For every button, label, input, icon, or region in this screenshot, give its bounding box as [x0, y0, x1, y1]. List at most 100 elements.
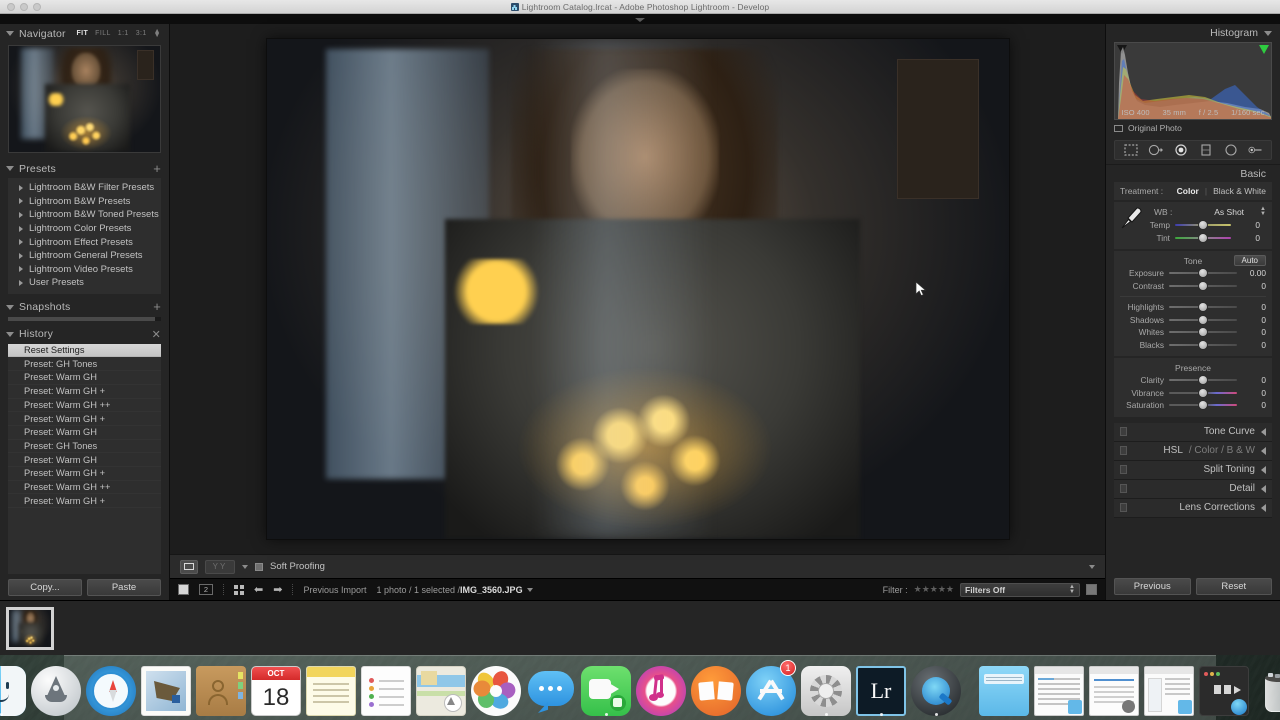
histogram-graph[interactable]: ISO 400 35 mm f / 2.5 1/160 sec — [1114, 42, 1272, 120]
wb-value[interactable]: As Shot — [1214, 207, 1244, 217]
chevron-left-icon[interactable] — [1261, 503, 1266, 512]
zoom-mode-1-1[interactable]: 1:1 — [118, 30, 129, 37]
slider-track[interactable] — [1175, 232, 1231, 244]
dock-item-system-preferences[interactable] — [801, 660, 851, 716]
navigator-zoom-modes[interactable]: FIT FILL 1:1 3:1 ▲ ▼ — [76, 28, 161, 39]
downloads-folder-icon[interactable] — [979, 666, 1029, 716]
treatment-color-option[interactable]: Color — [1177, 186, 1199, 196]
mail-icon[interactable] — [141, 666, 191, 716]
zoom-mode-3-1[interactable]: 3:1 — [136, 30, 147, 37]
dock-item-facetime[interactable] — [581, 660, 631, 716]
slider-blacks[interactable]: Blacks 0 — [1114, 339, 1272, 352]
list-item[interactable]: Lightroom B&W Toned Presets — [8, 208, 161, 222]
reset-button[interactable]: Reset — [1195, 577, 1272, 595]
dock-item-contacts[interactable] — [196, 660, 246, 716]
previous-button[interactable]: Previous — [1114, 577, 1191, 595]
auto-tone-button[interactable]: Auto — [1233, 255, 1266, 266]
chevron-down-icon[interactable] — [1264, 30, 1272, 36]
history-header[interactable]: History ✕ — [0, 325, 169, 344]
dock-item-quicktime[interactable] — [911, 660, 961, 716]
panel-switch-icon[interactable] — [1120, 484, 1127, 493]
slider-contrast[interactable]: Contrast 0 — [1114, 280, 1272, 293]
panel-lens-corrections[interactable]: Lens Corrections — [1114, 498, 1272, 518]
dock-item-messages[interactable] — [526, 660, 576, 716]
slider-track[interactable] — [1169, 339, 1237, 351]
slider-knob[interactable] — [1199, 281, 1207, 290]
slider-value[interactable]: 0 — [1236, 220, 1260, 230]
list-item[interactable]: Preset: Warm GH + — [8, 385, 161, 399]
slider-value[interactable]: 0 — [1236, 233, 1260, 243]
history-list[interactable]: Reset Settings Preset: GH Tones Preset: … — [8, 343, 161, 574]
system-preferences-icon[interactable] — [801, 666, 851, 716]
slider-track[interactable] — [1169, 326, 1237, 338]
forward-arrow-icon[interactable]: ➡ — [273, 583, 282, 596]
list-item[interactable]: Lightroom Effect Presets — [8, 235, 161, 249]
zoom-mode-fill[interactable]: FILL — [95, 30, 111, 37]
grid-count-badge[interactable]: 2 — [199, 584, 213, 595]
list-item[interactable]: Preset: GH Tones — [8, 440, 161, 454]
red-eye-icon[interactable] — [1173, 144, 1188, 157]
scrollbar-thumb[interactable] — [8, 316, 155, 321]
slider-whites[interactable]: Whites 0 — [1114, 326, 1272, 339]
slider-knob[interactable] — [1199, 233, 1207, 242]
filter-lock-icon[interactable] — [1086, 584, 1097, 595]
dock-item-app-store[interactable]: 1 — [746, 660, 796, 716]
slider-track[interactable] — [1175, 219, 1231, 231]
navigator-header[interactable]: Navigator FIT FILL 1:1 3:1 ▲ ▼ — [0, 24, 169, 43]
back-arrow-icon[interactable]: ⬅ — [254, 583, 263, 596]
spot-removal-icon[interactable] — [1148, 144, 1163, 157]
develop-preview-image[interactable] — [266, 39, 1009, 539]
dock-item-safari[interactable] — [86, 660, 136, 716]
list-item[interactable]: Preset: Warm GH — [8, 371, 161, 385]
rating-stars-icon[interactable]: ★★★★★ — [914, 584, 954, 595]
slider-saturation[interactable]: Saturation 0 — [1114, 399, 1272, 412]
chevron-right-icon[interactable] — [19, 211, 23, 218]
list-item[interactable]: Lightroom General Presets — [8, 249, 161, 263]
chevron-left-icon[interactable] — [1261, 446, 1266, 455]
toolbar-options-chevron-icon[interactable] — [1089, 564, 1095, 569]
history-item-selected[interactable]: Reset Settings — [8, 343, 161, 358]
source-breadcrumb[interactable]: Previous Import — [303, 585, 366, 595]
filmstrip-thumbnail[interactable] — [6, 606, 54, 650]
slider-tint[interactable]: Tint 0 — [1120, 232, 1266, 245]
slider-value[interactable]: 0 — [1242, 327, 1266, 337]
list-item[interactable]: Preset: Warm GH ++ — [8, 399, 161, 413]
soft-proofing-checkbox[interactable] — [255, 562, 263, 571]
dock-item-itunes[interactable] — [636, 660, 686, 716]
trash-icon[interactable] — [1254, 666, 1280, 716]
quicktime-icon[interactable] — [911, 666, 961, 716]
loupe-view-icon[interactable] — [180, 559, 198, 574]
maps-icon[interactable] — [416, 666, 466, 716]
dock-item-maps[interactable] — [416, 660, 466, 716]
list-item[interactable]: Lightroom Video Presets — [8, 263, 161, 277]
chevron-right-icon[interactable] — [19, 279, 23, 286]
panel-switch-icon[interactable] — [1120, 446, 1127, 455]
stepper-icon[interactable]: ▲ ▼ — [1260, 206, 1266, 217]
navigator-preview[interactable] — [8, 45, 161, 153]
slider-knob[interactable] — [1199, 221, 1207, 230]
panel-tone-curve[interactable]: Tone Curve — [1114, 422, 1272, 442]
filmstrip[interactable] — [0, 600, 1280, 655]
dock-item-ibooks[interactable] — [691, 660, 741, 716]
chevron-down-icon[interactable] — [6, 166, 14, 171]
list-item[interactable]: User Presets — [8, 276, 161, 290]
slider-vibrance[interactable]: Vibrance 0 — [1114, 387, 1272, 400]
snapshots-header[interactable]: Snapshots + — [0, 298, 169, 317]
slider-value[interactable]: 0 — [1242, 281, 1266, 291]
soft-proofing-label[interactable]: Soft Proofing — [270, 561, 325, 572]
add-snapshot-button[interactable]: + — [153, 300, 161, 313]
treatment-bw-option[interactable]: Black & White — [1213, 186, 1266, 196]
slider-knob[interactable] — [1199, 303, 1207, 312]
panel-split-toning[interactable]: Split Toning — [1114, 460, 1272, 480]
dock-item-finder[interactable] — [0, 660, 26, 716]
treatment-options[interactable]: Color | Black & White — [1177, 186, 1266, 196]
panel-sublabel[interactable]: / Color / B & W — [1189, 445, 1255, 456]
launchpad-icon[interactable] — [31, 666, 81, 716]
list-item[interactable]: Preset: GH Tones — [8, 357, 161, 372]
slider-value[interactable]: 0 — [1242, 302, 1266, 312]
clear-history-button[interactable]: ✕ — [152, 328, 161, 341]
slider-value[interactable]: 0 — [1242, 315, 1266, 325]
stepper-icon[interactable]: ▲ ▼ — [1069, 584, 1075, 595]
list-item[interactable]: Lightroom B&W Filter Presets — [8, 181, 161, 195]
module-picker-strip[interactable] — [0, 14, 1280, 24]
